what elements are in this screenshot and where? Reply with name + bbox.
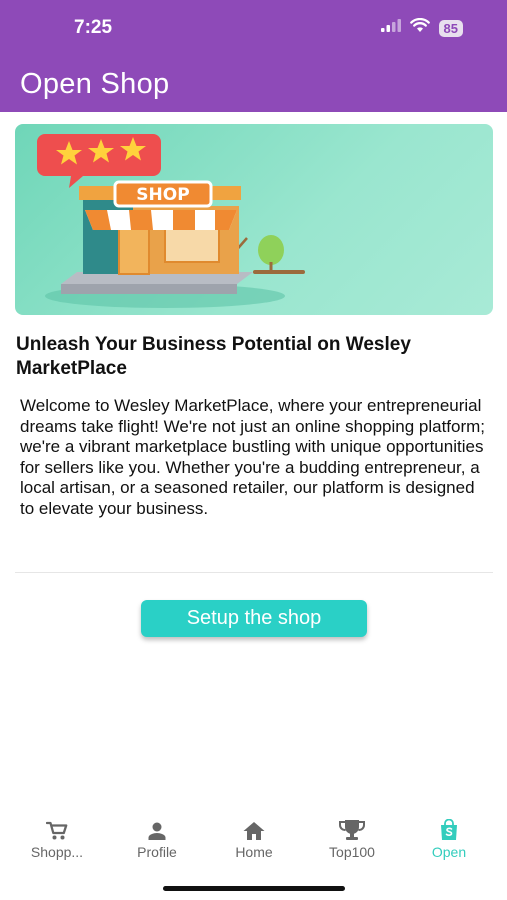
shopping-bag-icon [404,815,494,841]
shop-sign: SHOP [136,185,189,205]
page-title: Open Shop [20,68,170,100]
status-icons: 85 [380,17,463,38]
home-indicator [163,886,345,891]
tab-profile[interactable]: Profile [112,815,202,860]
status-time: 7:25 [74,17,113,38]
description-text: Welcome to Wesley MarketPlace, where you… [20,396,486,518]
battery-icon: 85 [438,19,463,37]
tab-label: Home [235,844,273,860]
cart-icon [12,815,102,841]
app-header: 7:25 85 Open Shop [0,0,507,112]
tab-top100[interactable]: Top100 [307,815,397,860]
tab-label: Top100 [329,844,375,860]
bottom-tab-bar: Shopp... Profile Home Top100 Open [0,815,507,875]
setup-shop-button[interactable]: Setup the shop [141,600,367,637]
trophy-icon [307,815,397,841]
status-bar: 7:25 85 [0,0,507,58]
wifi-icon [409,17,430,38]
tab-home[interactable]: Home [209,815,299,860]
home-icon [209,815,299,841]
tab-label: Open [431,844,467,860]
divider [15,572,493,573]
person-icon [112,815,202,841]
headline: Unleash Your Business Potential on Wesle… [16,334,411,379]
tab-label: Shopp... [30,844,84,860]
tab-label: Profile [137,844,177,860]
tab-shopping[interactable]: Shopp... [12,815,102,860]
tab-open[interactable]: Open [404,815,494,860]
shop-illustration: SHOP [15,124,493,315]
signal-icon [380,19,401,37]
